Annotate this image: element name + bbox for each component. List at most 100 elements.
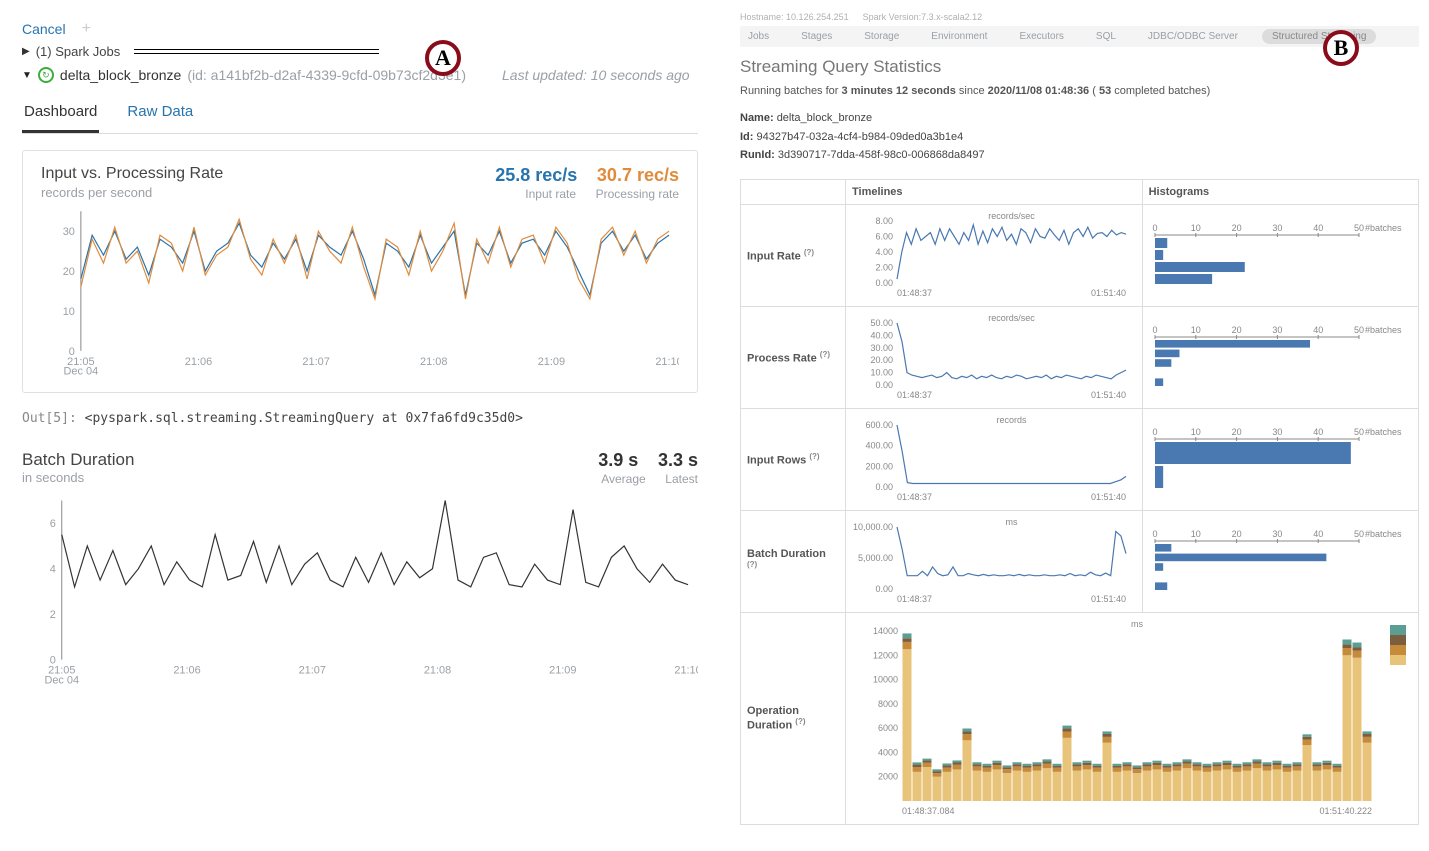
svg-text:30: 30 xyxy=(63,226,75,238)
svg-text:30: 30 xyxy=(1272,223,1282,233)
svg-text:21:10: 21:10 xyxy=(655,356,679,368)
svg-text:10: 10 xyxy=(1190,529,1200,539)
svg-text:01:51:40: 01:51:40 xyxy=(1091,390,1126,400)
svg-text:6.00: 6.00 xyxy=(875,232,893,242)
spark-jobs-label: (1) Spark Jobs xyxy=(36,44,121,59)
row-batch-duration: Batch Duration (?) ms0.005,000.0010,000.… xyxy=(741,511,1419,613)
svg-text:30.00: 30.00 xyxy=(870,343,893,353)
cancel-link[interactable]: Cancel xyxy=(22,21,66,37)
tab-raw-data[interactable]: Raw Data xyxy=(125,97,195,133)
svg-text:0: 0 xyxy=(1152,325,1157,335)
legend-swatch-a xyxy=(1390,625,1406,635)
svg-text:400.00: 400.00 xyxy=(865,441,893,451)
nav-executors[interactable]: Executors xyxy=(1011,29,1071,44)
batch-duration-title: Batch Duration xyxy=(22,450,134,470)
last-updated: Last updated: 10 seconds ago xyxy=(502,67,690,83)
nav-sql[interactable]: SQL xyxy=(1088,29,1124,44)
spark-nav: Jobs Stages Storage Environment Executor… xyxy=(740,26,1419,47)
batch-duration-chart: 024621:05Dec 0421:0621:0721:0821:0921:10 xyxy=(22,490,698,690)
svg-text:records/sec: records/sec xyxy=(988,313,1035,323)
svg-text:0.00: 0.00 xyxy=(875,380,893,390)
plus-icon[interactable]: + xyxy=(82,20,91,38)
proc-rate-label: Processing rate xyxy=(596,187,679,201)
svg-text:2: 2 xyxy=(50,609,56,621)
svg-text:30: 30 xyxy=(1272,529,1282,539)
svg-text:10.00: 10.00 xyxy=(870,368,893,378)
svg-text:01:51:40: 01:51:40 xyxy=(1091,594,1126,604)
rate-chart: 010203021:05Dec 0421:0621:0721:0821:0921… xyxy=(41,201,679,381)
svg-text:5,000.00: 5,000.00 xyxy=(858,553,893,563)
job-progress-bars xyxy=(134,48,379,56)
svg-text:Dec 04: Dec 04 xyxy=(44,674,79,686)
stream-query-row[interactable]: ▼ ↻ delta_block_bronze (id: a141bf2b-d2a… xyxy=(22,67,698,83)
svg-text:01:51:40.222: 01:51:40.222 xyxy=(1319,806,1372,816)
svg-text:12000: 12000 xyxy=(873,650,898,660)
svg-text:0: 0 xyxy=(1152,529,1157,539)
spark-top-meta: Hostname: 10.126.254.251 Spark Version:7… xyxy=(740,12,1419,22)
svg-text:01:51:40: 01:51:40 xyxy=(1091,288,1126,298)
legend-swatch-b xyxy=(1390,635,1406,645)
nav-environment[interactable]: Environment xyxy=(923,29,995,44)
stream-name: delta_block_bronze xyxy=(60,67,181,83)
svg-text:10: 10 xyxy=(63,306,75,318)
svg-text:14000: 14000 xyxy=(873,626,898,636)
svg-text:50: 50 xyxy=(1354,427,1364,437)
nav-jdbc[interactable]: JDBC/ODBC Server xyxy=(1140,29,1246,44)
output-cell: Out[5]: <pyspark.sql.streaming.Streaming… xyxy=(22,411,698,426)
chevron-down-icon: ▼ xyxy=(22,70,32,81)
svg-text:200.00: 200.00 xyxy=(865,461,893,471)
svg-text:2000: 2000 xyxy=(878,772,898,782)
svg-text:50: 50 xyxy=(1354,529,1364,539)
svg-text:#batches: #batches xyxy=(1365,325,1402,335)
row-process-rate: Process Rate (?) records/sec0.0010.0020.… xyxy=(741,307,1419,409)
input-rate-label: Input rate xyxy=(525,187,576,201)
sqs-meta: Name: delta_block_bronze Id: 94327b47-03… xyxy=(740,109,1419,165)
proc-rate-value: 30.7 rec/s xyxy=(597,165,679,186)
nav-stages[interactable]: Stages xyxy=(793,29,840,44)
col-timelines: Timelines xyxy=(846,180,1143,205)
svg-text:01:48:37: 01:48:37 xyxy=(897,492,932,502)
svg-text:8000: 8000 xyxy=(878,699,898,709)
svg-text:6: 6 xyxy=(50,518,56,530)
svg-text:20: 20 xyxy=(1231,529,1241,539)
svg-text:50: 50 xyxy=(1354,325,1364,335)
svg-text:50.00: 50.00 xyxy=(870,318,893,328)
batch-duration-subtitle: in seconds xyxy=(22,470,134,485)
nav-storage[interactable]: Storage xyxy=(856,29,907,44)
svg-text:10,000.00: 10,000.00 xyxy=(853,522,893,532)
row-operation-duration: Operation Duration (?) ms200040006000800… xyxy=(741,613,1419,825)
svg-text:20: 20 xyxy=(1231,223,1241,233)
svg-text:21:08: 21:08 xyxy=(424,665,451,677)
svg-text:6000: 6000 xyxy=(878,723,898,733)
svg-text:21:10: 21:10 xyxy=(674,665,698,677)
svg-text:4: 4 xyxy=(50,564,56,576)
svg-text:0.00: 0.00 xyxy=(875,584,893,594)
svg-text:21:06: 21:06 xyxy=(173,665,200,677)
nav-structured-streaming[interactable]: Structured Streaming xyxy=(1262,29,1377,44)
svg-text:30: 30 xyxy=(1272,325,1282,335)
col-histograms: Histograms xyxy=(1142,180,1418,205)
tab-dashboard[interactable]: Dashboard xyxy=(22,97,99,133)
svg-text:21:08: 21:08 xyxy=(420,356,447,368)
timeline-process-rate: records/sec0.0010.0020.0030.0040.0050.00… xyxy=(852,311,1132,401)
svg-text:21:07: 21:07 xyxy=(302,356,329,368)
svg-text:#batches: #batches xyxy=(1365,427,1402,437)
svg-text:records/sec: records/sec xyxy=(988,211,1035,221)
input-rate-value: 25.8 rec/s xyxy=(495,165,577,186)
svg-text:40: 40 xyxy=(1313,223,1323,233)
svg-text:20: 20 xyxy=(63,266,75,278)
svg-text:10000: 10000 xyxy=(873,675,898,685)
hist-input-rows: 01020304050#batches xyxy=(1149,423,1409,493)
nav-jobs[interactable]: Jobs xyxy=(740,29,777,44)
hist-process-rate: 01020304050#batches xyxy=(1149,321,1409,391)
svg-text:600.00: 600.00 xyxy=(865,420,893,430)
svg-text:#batches: #batches xyxy=(1365,223,1402,233)
svg-text:50: 50 xyxy=(1354,223,1364,233)
svg-text:2.00: 2.00 xyxy=(875,263,893,273)
hist-batch-duration: 01020304050#batches xyxy=(1149,525,1409,595)
bd-avg-label: Average xyxy=(601,472,645,486)
rate-card-subtitle: records per second xyxy=(41,185,223,200)
dashboard-tabs: Dashboard Raw Data xyxy=(22,97,698,134)
hist-input-rate: 01020304050#batches xyxy=(1149,219,1409,289)
spark-jobs-row[interactable]: ▶ (1) Spark Jobs xyxy=(22,44,698,59)
